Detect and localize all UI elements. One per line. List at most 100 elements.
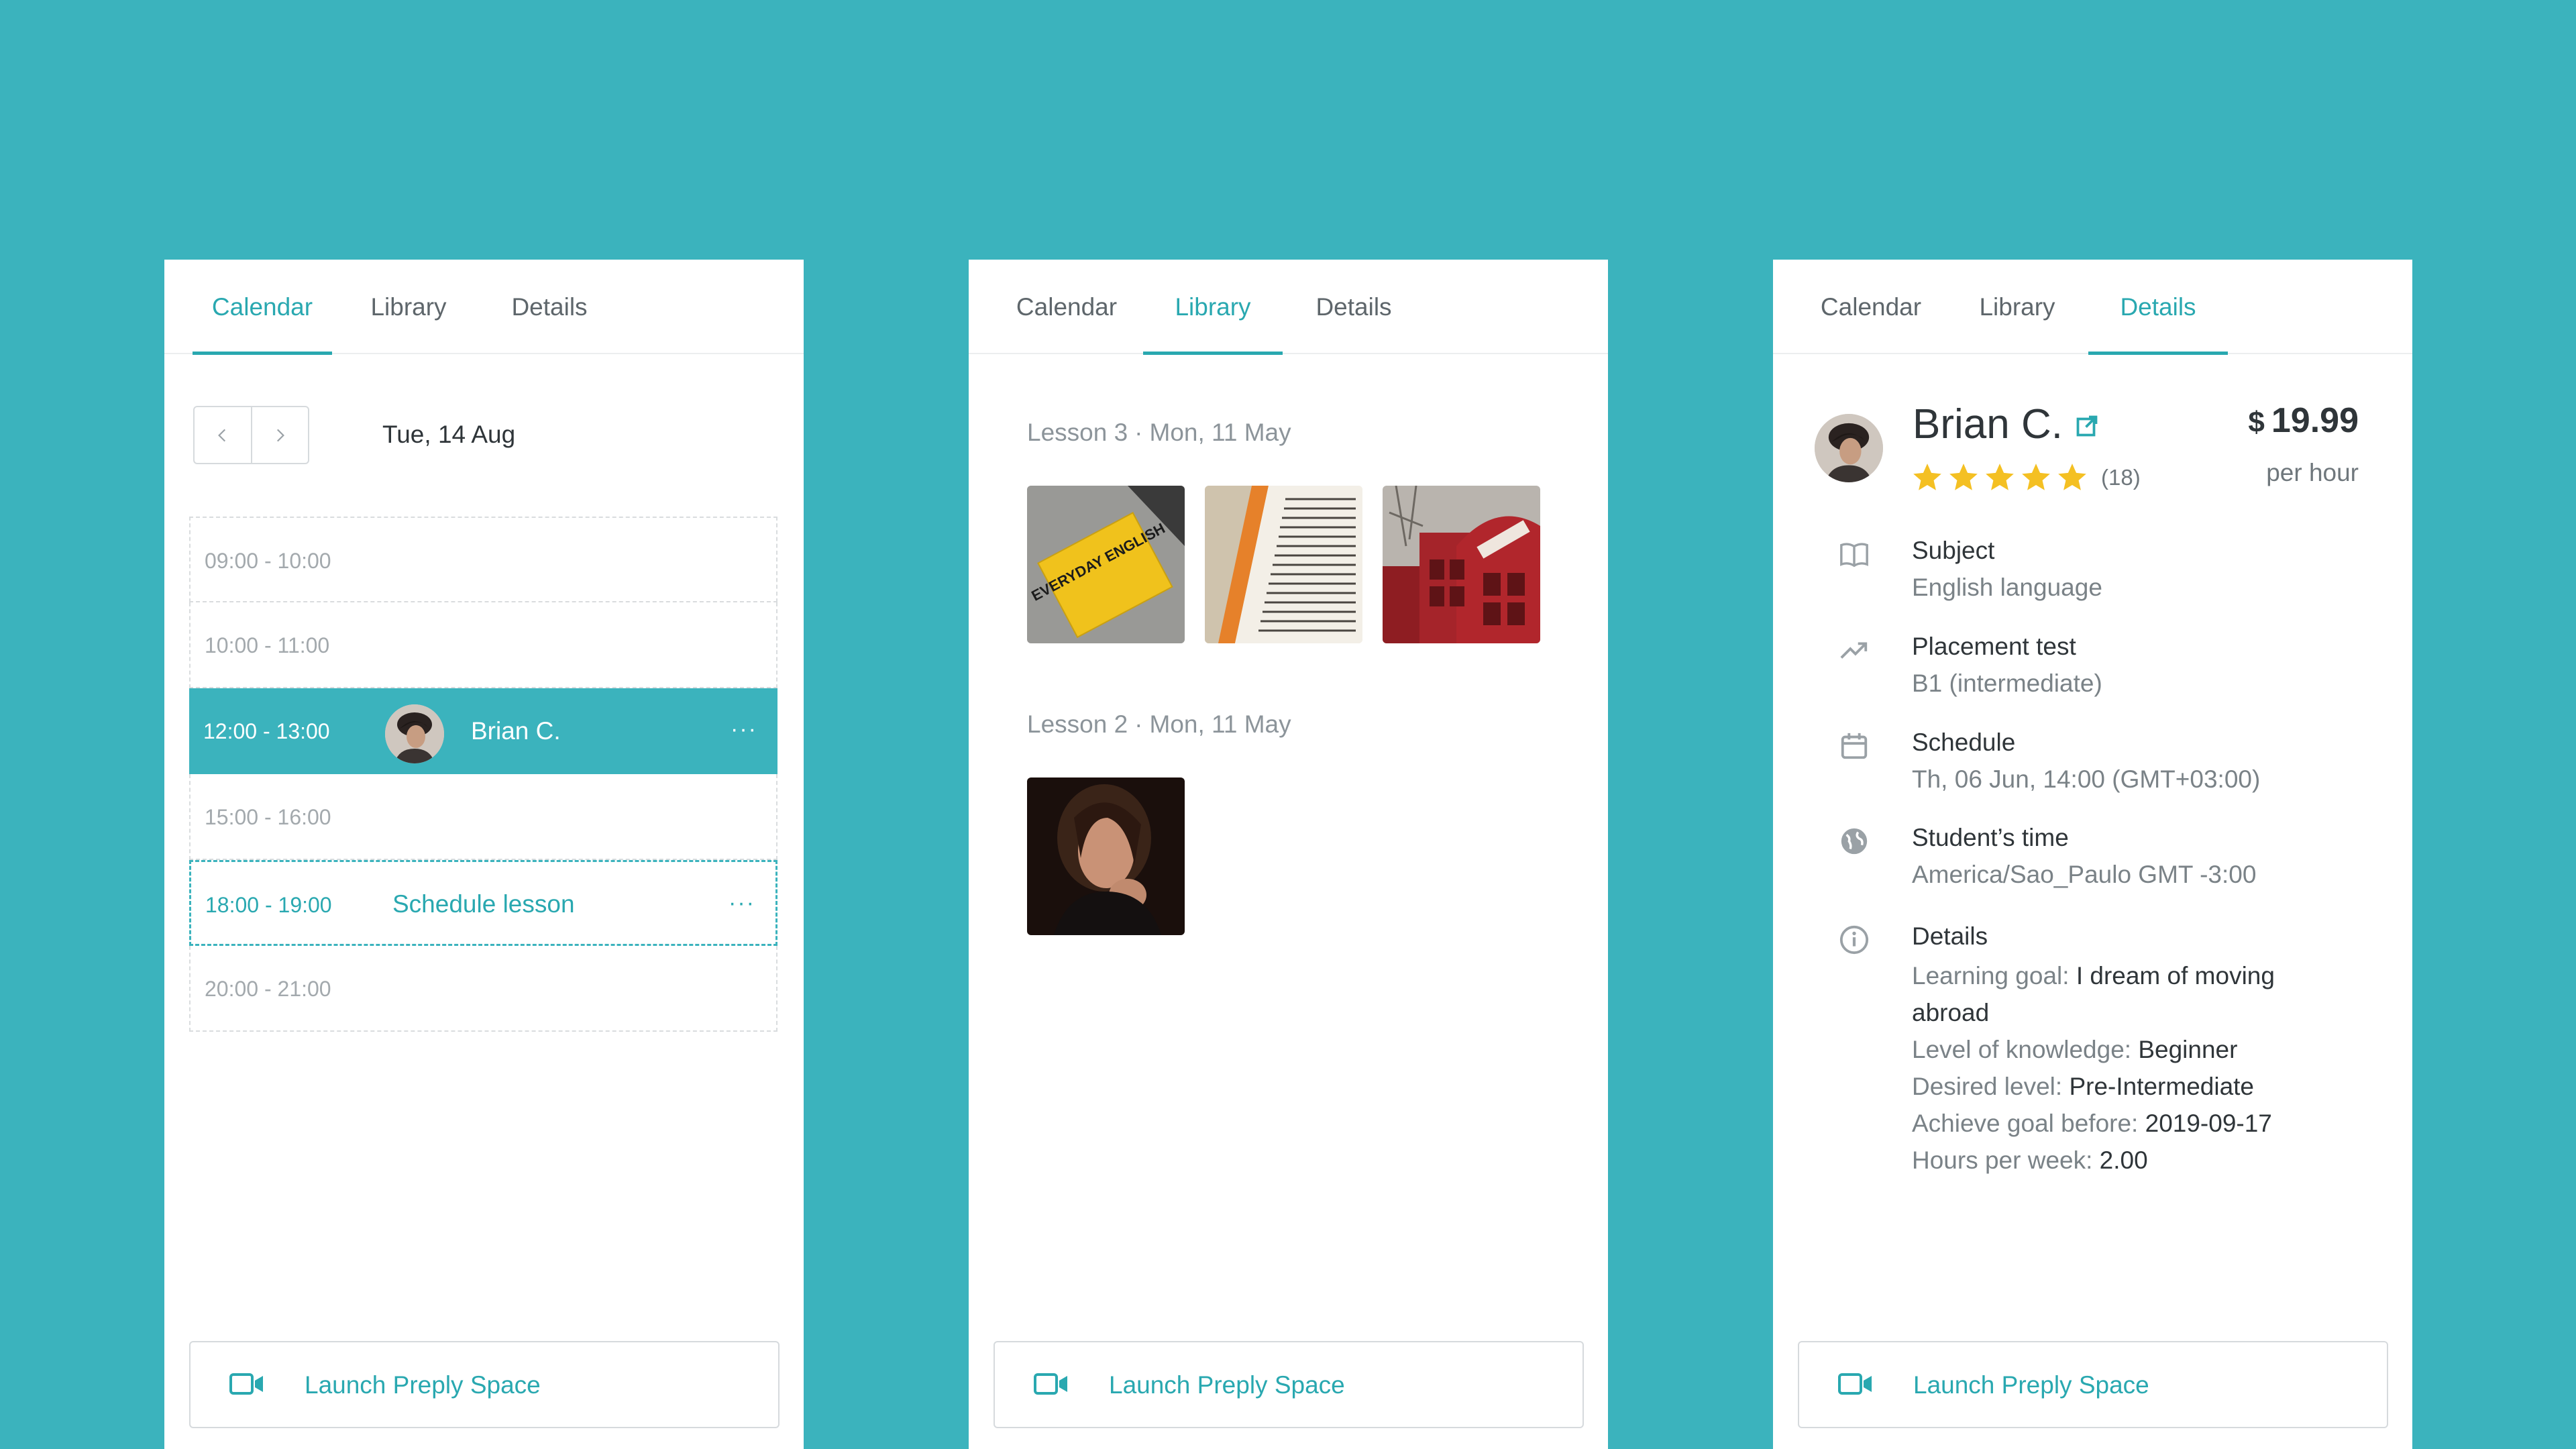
details-panel: Calendar Library Details Brian C. (18) $… — [1773, 260, 2412, 1449]
launch-preply-space-button[interactable]: Launch Preply Space — [994, 1341, 1584, 1428]
detail-title: Subject — [1912, 537, 1995, 564]
calendar-icon — [1841, 733, 1868, 759]
slot-time: 12:00 - 13:00 — [203, 719, 330, 743]
video-camera-icon — [229, 1373, 263, 1395]
star-icon — [2058, 464, 2086, 490]
desired-level: Desired level: Pre-Intermediate — [1912, 1068, 2341, 1105]
detail-title: Details — [1912, 922, 1988, 950]
price-value: 19.99 — [2271, 401, 2359, 440]
schedule-lesson-button[interactable]: Schedule lesson — [392, 862, 575, 947]
hours-per-week: Hours per week: 2.00 — [1912, 1142, 2341, 1179]
detail-title: Schedule — [1912, 729, 2016, 756]
star-icon — [1913, 464, 1941, 490]
library-panel: Calendar Library Details Lesson 3 · Mon, 1… — [969, 260, 1608, 1449]
desired-level-value: Pre-Intermediate — [2069, 1073, 2255, 1100]
lesson-title: Lesson 3 — [1027, 419, 1128, 446]
launch-label: Launch Preply Space — [1109, 1371, 1345, 1399]
material-thumbnail-book-pages[interactable] — [1205, 486, 1362, 643]
price: $19.99 — [2248, 400, 2359, 441]
tab-calendar[interactable]: Calendar — [193, 260, 332, 355]
detail-value: Th, 06 Jun, 14:00 (GMT+03:00) — [1912, 765, 2261, 793]
trend-up-icon — [1840, 642, 1868, 659]
time-slot-list: 09:00 - 10:00 10:00 - 11:00 12:00 - 13:0… — [189, 517, 777, 1032]
previous-day-button[interactable] — [195, 407, 251, 463]
rating: (18) — [1911, 461, 2141, 494]
detail-value: B1 (intermediate) — [1912, 669, 2102, 697]
tab-library[interactable]: Library — [1947, 260, 2087, 354]
lesson-header: Lesson 3 · Mon, 11 May — [1027, 419, 1291, 447]
lesson-header: Lesson 2 · Mon, 11 May — [1027, 710, 1291, 739]
launch-preply-space-button[interactable]: Launch Preply Space — [189, 1341, 780, 1428]
date-navigator — [193, 406, 309, 464]
achieve-goal-value: 2019-09-17 — [2145, 1110, 2272, 1137]
detail-value: English language — [1912, 574, 2102, 601]
time-slot[interactable]: 20:00 - 21:00 — [189, 946, 777, 1032]
tab-calendar[interactable]: Calendar — [1801, 260, 1941, 354]
info-icon — [1839, 925, 1869, 955]
detail-value: America/Sao_Paulo GMT -3:00 — [1912, 861, 2257, 888]
knowledge-value: Beginner — [2138, 1036, 2238, 1063]
hours-per-week-value: 2.00 — [2099, 1146, 2148, 1174]
slot-time: 10:00 - 11:00 — [205, 633, 330, 657]
booked-lesson-slot[interactable]: 12:00 - 13:00 Brian C. ··· — [189, 688, 777, 774]
external-link-icon[interactable] — [2075, 414, 2099, 438]
learning-goal: Learning goal: I dream of moving abroad — [1912, 957, 2341, 1031]
achieve-goal-before: Achieve goal before: 2019-09-17 — [1912, 1105, 2341, 1142]
launch-label: Launch Preply Space — [1913, 1371, 2149, 1399]
globe-icon — [1841, 828, 1868, 855]
slot-time: 20:00 - 21:00 — [205, 977, 331, 1001]
detail-title: Placement test — [1912, 633, 2076, 660]
video-camera-icon — [1034, 1373, 1067, 1395]
student-avatar — [385, 704, 444, 763]
book-icon — [1840, 543, 1868, 568]
tab-details[interactable]: Details — [480, 260, 619, 354]
calendar-panel: Calendar Library Details Tue, 14 Aug 09:… — [164, 260, 804, 1449]
schedule-lesson-slot[interactable]: 18:00 - 19:00 Schedule lesson ··· — [189, 860, 777, 946]
slot-time: 15:00 - 16:00 — [205, 805, 331, 829]
tab-calendar[interactable]: Calendar — [997, 260, 1136, 354]
desired-level-label: Desired level: — [1912, 1073, 2063, 1100]
material-thumbnail-telephone-booths[interactable] — [1383, 486, 1540, 643]
learning-goal-label: Learning goal: — [1912, 962, 2070, 989]
time-slot[interactable]: 10:00 - 11:00 — [189, 602, 777, 688]
knowledge-label: Level of knowledge: — [1912, 1036, 2132, 1063]
star-icon — [1986, 464, 2014, 490]
student-name: Brian C. — [471, 717, 561, 745]
tab-bar: Calendar Library Details — [969, 260, 1608, 355]
level-of-knowledge: Level of knowledge: Beginner — [1912, 1031, 2341, 1068]
more-options-icon[interactable]: ··· — [731, 688, 757, 770]
star-icon — [1949, 464, 1978, 490]
detail-title: Student’s time — [1912, 824, 2069, 851]
chevron-right-icon — [277, 429, 285, 441]
slot-time: 09:00 - 10:00 — [205, 549, 331, 573]
time-slot[interactable]: 09:00 - 10:00 — [189, 517, 777, 602]
tab-bar: Calendar Library Details — [164, 260, 804, 355]
launch-label: Launch Preply Space — [305, 1371, 541, 1399]
material-thumbnail-portrait[interactable] — [1027, 777, 1185, 935]
price-unit: per hour — [2266, 459, 2359, 486]
more-options-icon[interactable]: ··· — [729, 862, 755, 944]
time-slot[interactable]: 15:00 - 16:00 — [189, 774, 777, 860]
lesson-title: Lesson 2 — [1027, 710, 1128, 738]
tab-library[interactable]: Library — [1143, 260, 1283, 355]
separator: · — [1134, 710, 1143, 738]
achieve-goal-label: Achieve goal before: — [1912, 1110, 2139, 1137]
currency: $ — [2248, 406, 2265, 439]
chevron-left-icon — [217, 429, 225, 441]
video-camera-icon — [1838, 1373, 1872, 1395]
hours-per-week-label: Hours per week: — [1912, 1146, 2093, 1174]
student-name: Brian C. — [1913, 401, 2063, 447]
review-count: (18) — [2101, 465, 2141, 490]
tab-bar: Calendar Library Details — [1773, 260, 2412, 355]
separator: · — [1134, 419, 1143, 446]
tab-details[interactable]: Details — [2088, 260, 2228, 355]
slot-time: 18:00 - 19:00 — [205, 893, 332, 917]
next-day-button[interactable] — [250, 407, 309, 463]
current-date: Tue, 14 Aug — [382, 421, 516, 448]
launch-preply-space-button[interactable]: Launch Preply Space — [1798, 1341, 2388, 1428]
tab-details[interactable]: Details — [1284, 260, 1424, 354]
material-thumbnail-everyday-english[interactable]: EVERYDAY ENGLISH — [1027, 486, 1185, 643]
tab-library[interactable]: Library — [339, 260, 478, 354]
lesson-date: Mon, 11 May — [1149, 419, 1291, 446]
star-icon — [2022, 464, 2050, 490]
